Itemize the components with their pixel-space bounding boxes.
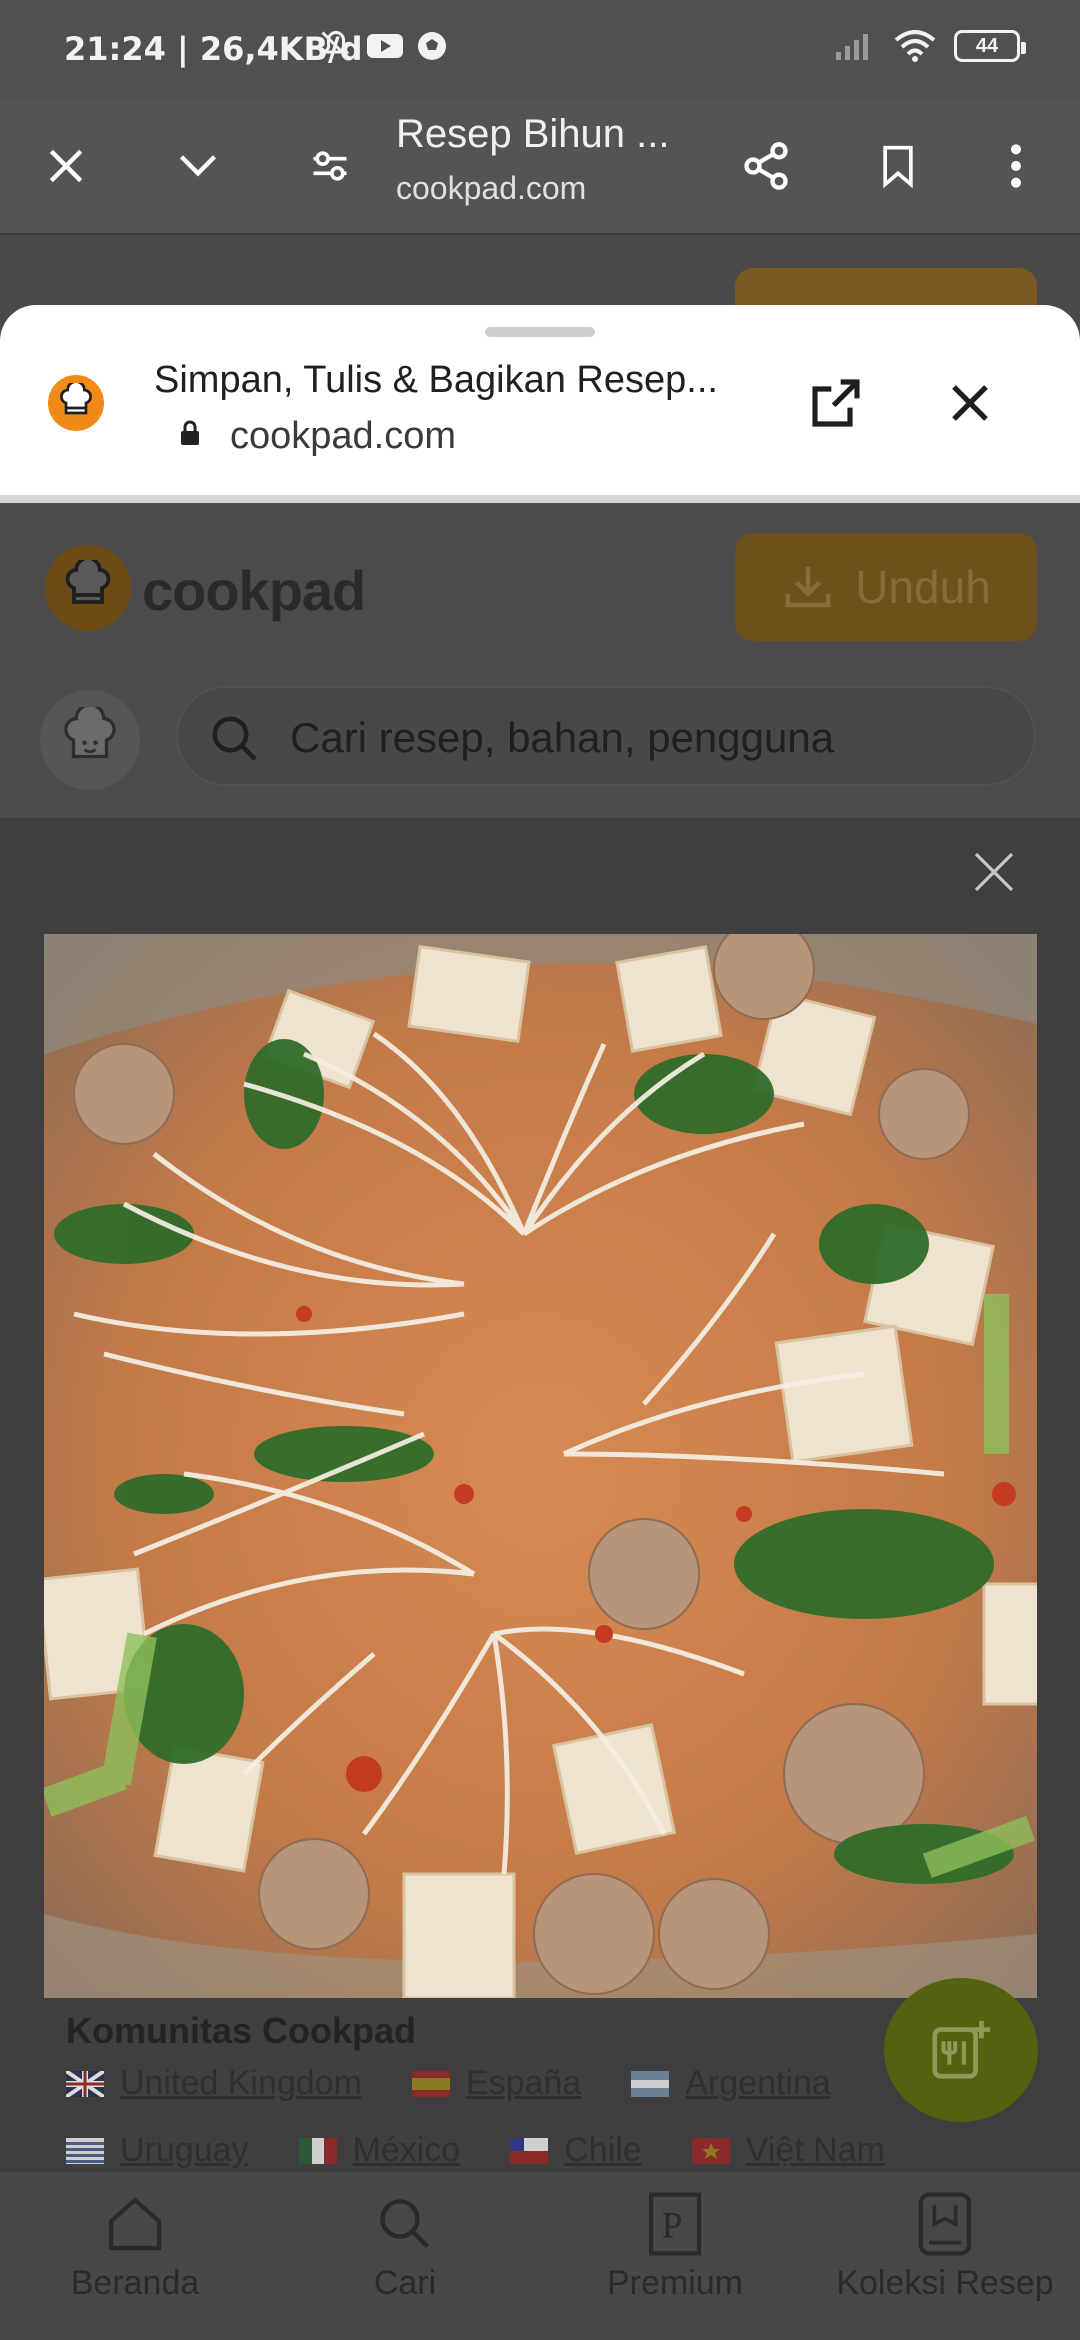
football-icon [418, 32, 446, 60]
flag-vietnam-icon [691, 2137, 730, 2164]
country-link[interactable]: Chile [564, 2131, 641, 2170]
nav-beranda[interactable]: Beranda [15, 2184, 255, 2303]
cookpad-logo[interactable] [45, 545, 131, 631]
flag-spain-icon [411, 2070, 450, 2097]
nav-label: Cari [373, 2264, 437, 2302]
search-nav-icon [380, 2199, 430, 2249]
country-row-1: United Kingdom España Argentina [66, 2064, 919, 2103]
flag-mexico-icon [298, 2137, 337, 2164]
nav-label: Koleksi Resep [836, 2264, 1054, 2302]
more-vert-icon[interactable] [980, 130, 1052, 202]
country-row-2: Uruguay México Chile Việt Nam [66, 2131, 919, 2170]
country-link[interactable]: México [353, 2131, 461, 2170]
page-url: cookpad.com [396, 170, 587, 206]
nav-koleksi-resep[interactable]: Koleksi Resep [825, 2184, 1065, 2303]
close-icon[interactable] [30, 130, 102, 202]
country-link[interactable]: Việt Nam [746, 2131, 885, 2170]
download-button[interactable]: Unduh [735, 533, 1037, 641]
tune-icon[interactable] [294, 130, 366, 202]
home-icon [108, 2197, 162, 2251]
download-icon [785, 566, 831, 608]
drag-handle[interactable] [485, 327, 595, 337]
youtube-icon [367, 34, 403, 58]
flag-chile-icon [510, 2137, 549, 2164]
nav-label: Beranda [70, 2264, 200, 2302]
country-link[interactable]: Uruguay [120, 2131, 249, 2170]
nav-cari[interactable]: Cari [285, 2184, 525, 2303]
collection-icon [918, 2192, 972, 2256]
sheet-url: cookpad.com [230, 415, 457, 457]
search-placeholder: Cari resep, bahan, pengguna [290, 714, 835, 761]
lock-icon [181, 420, 199, 445]
bottom-navigation: Beranda Cari P Premium Koleksi Resep [0, 2170, 1080, 2340]
download-label: Unduh [855, 561, 991, 613]
status-bar: 21:24 | 26,4KB/d 44 [0, 0, 1080, 100]
share-icon[interactable] [730, 130, 802, 202]
nav-label: Premium [606, 2264, 744, 2302]
wifi-icon [894, 30, 936, 62]
avatar[interactable] [40, 690, 140, 790]
flag-argentina-icon [631, 2070, 670, 2097]
flag-uk-icon [66, 2070, 104, 2097]
cookpad-chef-icon [48, 375, 104, 431]
link-preview-sheet: Simpan, Tulis & Bagikan Resep... cookpad… [0, 305, 1080, 495]
recipe-photo [44, 934, 1037, 1998]
add-recipe-icon [932, 2020, 991, 2079]
status-icons-right: 44 [834, 30, 1026, 62]
premium-icon: P [648, 2192, 702, 2256]
battery-indicator: 44 [954, 30, 1026, 62]
community-title: Komunitas Cookpad [66, 2010, 417, 2051]
search-icon [212, 716, 257, 761]
svg-text:P: P [662, 2205, 683, 2246]
nav-premium[interactable]: P Premium [555, 2184, 795, 2303]
flag-uruguay-icon [66, 2137, 104, 2164]
search-input[interactable]: Cari resep, bahan, pengguna [176, 686, 1036, 786]
soup-illustration [44, 934, 1037, 1998]
chevron-down-icon[interactable] [162, 130, 234, 202]
close-lightbox-icon[interactable] [970, 848, 1018, 896]
mute-icon [321, 30, 351, 61]
country-link[interactable]: Argentina [685, 2064, 831, 2103]
bookmark-icon[interactable] [862, 130, 934, 202]
add-recipe-fab[interactable] [884, 1978, 1038, 2122]
close-sheet-icon[interactable] [946, 379, 994, 427]
cookpad-brand: cookpad [142, 559, 366, 622]
country-link[interactable]: España [466, 2064, 581, 2103]
page-title: Resep Bihun ... [396, 112, 670, 156]
country-link[interactable]: United Kingdom [120, 2064, 362, 2103]
sheet-divider [0, 495, 1080, 503]
open-in-new-icon[interactable] [808, 375, 864, 431]
sheet-title: Simpan, Tulis & Bagikan Resep... [154, 359, 718, 401]
status-icons-left [318, 28, 448, 64]
signal-icon [836, 34, 868, 60]
